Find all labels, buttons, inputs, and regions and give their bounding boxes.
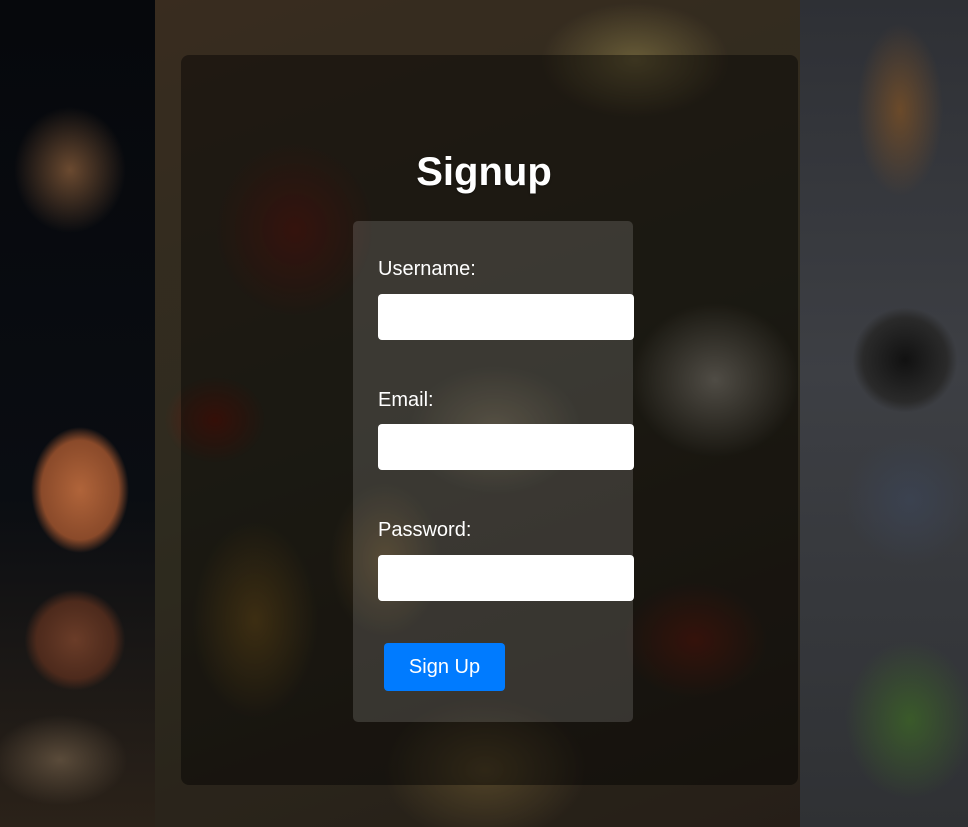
username-input[interactable]: [378, 294, 634, 340]
page-title: Signup: [416, 150, 552, 194]
signup-button[interactable]: Sign Up: [384, 643, 505, 691]
password-input[interactable]: [378, 555, 634, 601]
username-label: Username:: [378, 258, 476, 280]
password-label: Password:: [378, 519, 472, 541]
email-label: Email:: [378, 389, 434, 411]
background-photo-left: [0, 0, 155, 827]
background-photo-right: [800, 0, 968, 827]
email-input[interactable]: [378, 424, 634, 470]
